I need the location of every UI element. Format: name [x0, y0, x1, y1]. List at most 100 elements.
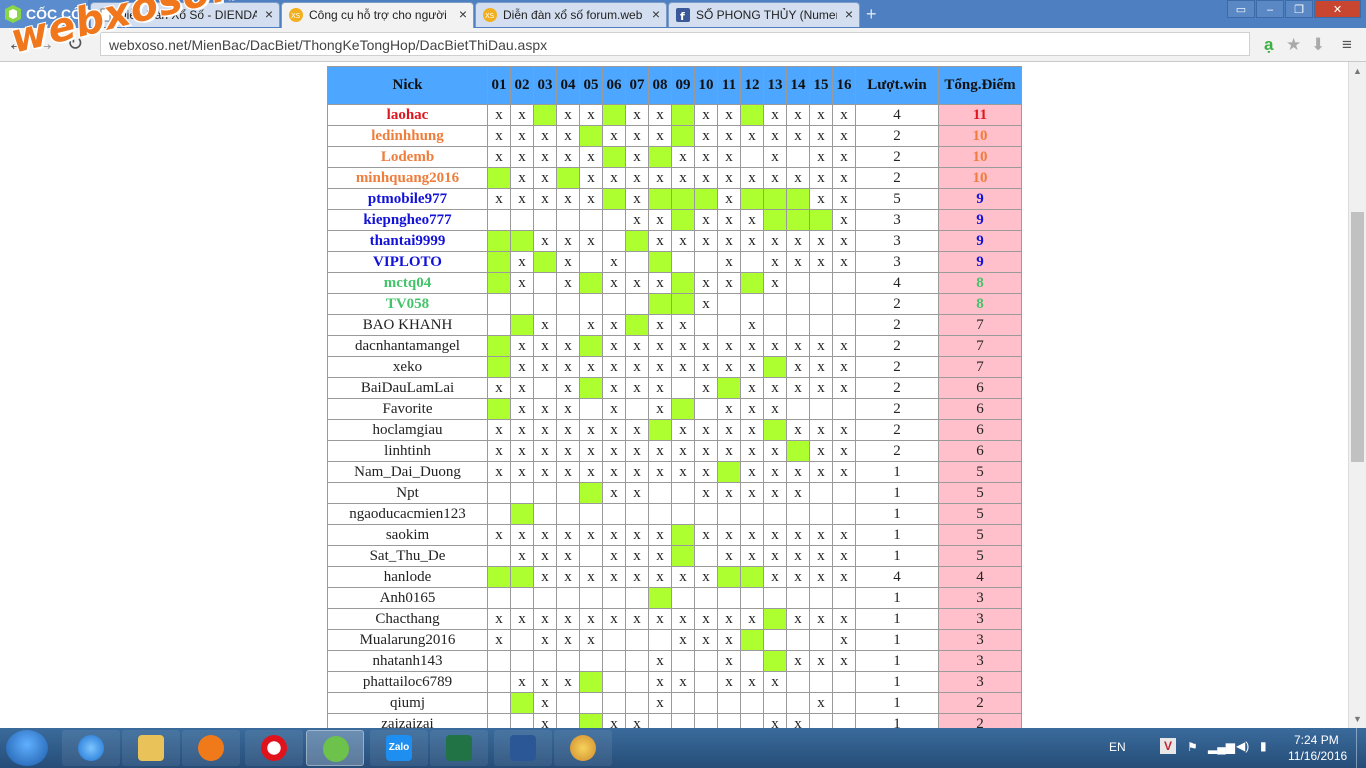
miss-cell: x: [809, 251, 833, 273]
empty-cell: [533, 377, 557, 399]
volume-icon[interactable]: ◀): [1236, 739, 1249, 753]
hit-cell: [602, 104, 626, 126]
nick-cell: Nam_Dai_Duong: [327, 461, 488, 483]
miss-cell: x: [648, 209, 672, 231]
miss-cell: x: [602, 524, 626, 546]
empty-cell: [510, 629, 534, 651]
empty-cell: [487, 314, 511, 336]
taskbar-explorer[interactable]: [122, 730, 180, 766]
tab-phongthuy[interactable]: f SỐ PHONG THỦY (Numero ×: [668, 2, 860, 27]
empty-cell: [694, 587, 718, 609]
empty-cell: [602, 671, 626, 693]
empty-cell: [648, 629, 672, 651]
tab-congcu[interactable]: XS Công cụ hỗ trợ cho người ×: [281, 2, 474, 28]
nick-cell: Chacthang: [327, 608, 488, 630]
empty-cell: [694, 650, 718, 672]
scrollbar-thumb[interactable]: [1351, 212, 1364, 462]
empty-cell: [579, 251, 603, 273]
taskbar-ie[interactable]: [62, 730, 120, 766]
win-count-cell: 1: [855, 524, 939, 546]
scroll-up-icon[interactable]: ▲: [1353, 66, 1362, 76]
close-icon[interactable]: ×: [845, 6, 853, 22]
total-score-cell: 6: [938, 440, 1022, 462]
empty-cell: [786, 587, 810, 609]
network-icon[interactable]: ▂▄▆: [1208, 740, 1235, 754]
total-score-cell: 2: [938, 713, 1022, 728]
miss-cell: x: [832, 251, 856, 273]
miss-cell: x: [717, 272, 741, 294]
vietkey-icon[interactable]: V: [1160, 738, 1176, 754]
opera-icon: [261, 735, 287, 761]
hit-cell: [786, 209, 810, 231]
battery-icon[interactable]: ▮: [1260, 739, 1267, 753]
menu-icon[interactable]: ≡: [1342, 35, 1352, 55]
miss-cell: x: [786, 482, 810, 504]
miss-cell: x: [487, 377, 511, 399]
table-row: saokim x x x x x x x x x x x x x x x 1 5: [327, 524, 1022, 546]
empty-cell: [487, 482, 511, 504]
taskbar-opera[interactable]: [245, 730, 303, 766]
empty-cell: [625, 629, 649, 651]
miss-cell: x: [832, 188, 856, 210]
taskbar-word[interactable]: [494, 730, 552, 766]
clock-date[interactable]: 11/16/2016: [1288, 749, 1347, 763]
miss-cell: x: [579, 230, 603, 252]
start-button[interactable]: [6, 730, 48, 766]
taskbar-media[interactable]: [182, 730, 240, 766]
explorer-icon: [138, 735, 164, 761]
taskbar-excel[interactable]: [430, 730, 488, 766]
clock-time[interactable]: 7:24 PM: [1294, 733, 1339, 747]
hit-cell: [671, 125, 695, 147]
win-count-cell: 4: [855, 104, 939, 126]
miss-cell: x: [694, 356, 718, 378]
miss-cell: x: [533, 671, 557, 693]
miss-cell: x: [648, 545, 672, 567]
empty-cell: [487, 713, 511, 728]
table-body: laohac x x x x x x x x x x x x 4 11 ledinhhung x x x x x x x x x…: [327, 104, 1022, 728]
miss-cell: x: [533, 440, 557, 462]
close-window-icon[interactable]: ✕: [1314, 0, 1361, 18]
download-icon[interactable]: ⬇: [1311, 35, 1325, 55]
bookmark-star-icon[interactable]: ★: [1286, 35, 1301, 55]
miss-cell: x: [533, 335, 557, 357]
header-round: 12: [740, 66, 764, 105]
taskbar-coccoc[interactable]: [306, 730, 364, 766]
table-row: VIPLOTO x x x x x x x x 3 9: [327, 251, 1022, 273]
language-indicator[interactable]: EN: [1109, 740, 1126, 754]
hit-cell: [579, 335, 603, 357]
taskbar-paint[interactable]: [554, 730, 612, 766]
empty-cell: [832, 692, 856, 714]
taskbar-zalo[interactable]: Zalo: [370, 730, 428, 766]
miss-cell: x: [533, 230, 557, 252]
close-icon[interactable]: ×: [459, 6, 467, 22]
miss-cell: x: [832, 167, 856, 189]
tab-forum[interactable]: XS Diễn đàn xổ số forum.web ×: [475, 2, 667, 27]
miss-cell: x: [510, 524, 534, 546]
total-score-cell: 3: [938, 650, 1022, 672]
hit-cell: [648, 146, 672, 168]
miss-cell: x: [832, 566, 856, 588]
close-icon[interactable]: ×: [652, 6, 660, 22]
hit-cell: [625, 314, 649, 336]
miss-cell: x: [625, 566, 649, 588]
minimize-icon[interactable]: –: [1256, 0, 1284, 18]
excel-icon: [446, 735, 472, 761]
close-icon[interactable]: ×: [265, 6, 273, 22]
win-count-cell: 2: [855, 440, 939, 462]
miss-cell: x: [487, 629, 511, 651]
vertical-scrollbar[interactable]: ▲ ▼: [1348, 62, 1366, 728]
flag-icon[interactable]: ⚑: [1187, 740, 1198, 754]
new-tab-icon[interactable]: +: [866, 4, 877, 25]
profile-icon[interactable]: ▭: [1227, 0, 1255, 18]
restore-icon[interactable]: ❐: [1285, 0, 1313, 18]
show-desktop-button[interactable]: [1356, 728, 1366, 768]
table-row: Lodemb x x x x x x x x x x x x 2 10: [327, 146, 1022, 168]
miss-cell: x: [648, 356, 672, 378]
miss-cell: x: [717, 524, 741, 546]
keyboard-vi-icon[interactable]: ạ: [1264, 35, 1273, 55]
scroll-down-icon[interactable]: ▼: [1353, 714, 1362, 724]
miss-cell: x: [487, 188, 511, 210]
miss-cell: x: [717, 146, 741, 168]
address-bar[interactable]: webxoso.net/MienBac/DacBiet/ThongKeTongH…: [100, 32, 1250, 56]
miss-cell: x: [556, 188, 580, 210]
